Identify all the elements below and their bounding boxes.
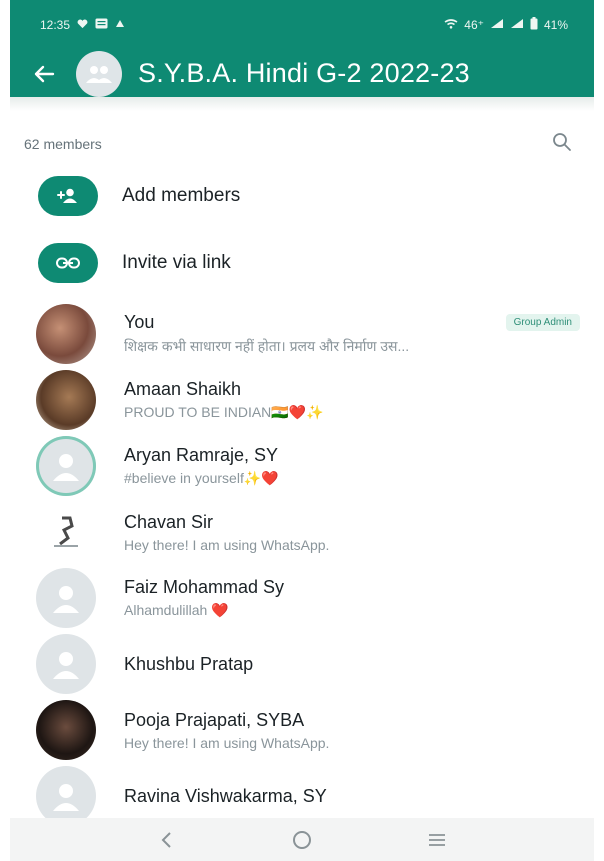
add-members-button[interactable]: Add members [10, 176, 594, 216]
status-bar-left: 12:35 [40, 18, 125, 32]
heart-icon [77, 18, 88, 32]
member-status: PROUD TO BE INDIAN🇮🇳❤️✨ [124, 404, 324, 420]
invite-via-link-button[interactable]: Invite via link [10, 243, 594, 283]
person-placeholder-icon [53, 652, 79, 679]
list-item[interactable]: Aryan Ramraje, SY #believe in yourself✨❤… [10, 433, 594, 499]
group-title[interactable]: S.Y.B.A. Hindi G-2 2022-23 [138, 58, 470, 89]
status-time: 12:35 [40, 18, 71, 32]
person-placeholder-icon [53, 586, 79, 613]
list-item[interactable]: Faiz Mohammad Sy Alhamdulillah ❤️ [10, 565, 594, 631]
add-members-label: Add members [122, 185, 241, 206]
signal-icon [490, 18, 504, 32]
member-text: Khushbu Pratap [124, 654, 594, 675]
avatar [36, 502, 96, 562]
search-icon[interactable] [552, 132, 572, 157]
members-count: 62 members [24, 136, 102, 152]
list-item[interactable]: Khushbu Pratap [10, 631, 594, 697]
link-icon [38, 243, 98, 283]
member-name: Amaan Shaikh [124, 379, 242, 399]
invite-via-link-label: Invite via link [122, 252, 231, 273]
group-avatar[interactable] [76, 50, 122, 97]
avatar [36, 304, 96, 364]
person-placeholder-icon [53, 784, 79, 811]
message-icon [95, 18, 108, 32]
member-status: Alhamdulillah ❤️ [124, 602, 229, 618]
member-name: Pooja Prajapati, SYBA [124, 709, 305, 730]
members-header: 62 members [10, 131, 594, 157]
upload-icon [115, 18, 125, 32]
member-text: You Group Admin शिक्षक कभी साधारण नहीं ह… [124, 312, 594, 356]
system-nav-bar [10, 818, 594, 861]
member-text: Ravina Vishwakarma, SY [124, 786, 594, 807]
person-placeholder-icon [53, 454, 79, 481]
member-text: Pooja Prajapati, SYBA Hey there! I am us… [124, 710, 594, 751]
status-bar: 12:35 46⁺ 41% [10, 0, 594, 50]
member-name: Aryan Ramraje, SY [124, 445, 279, 465]
member-status: #believe in yourself✨❤️ [124, 470, 279, 486]
wifi-icon [444, 18, 458, 32]
header-divider [10, 97, 594, 111]
list-item[interactable]: You Group Admin शिक्षक कभी साधारण नहीं ह… [10, 301, 594, 367]
add-person-icon [38, 176, 98, 216]
nav-home-icon[interactable] [282, 822, 322, 858]
member-name: Chavan Sir [124, 511, 214, 532]
signal-icon-2 [510, 18, 524, 32]
member-name: Khushbu Pratap [124, 653, 254, 674]
avatar [36, 700, 96, 760]
app-bar: S.Y.B.A. Hindi G-2 2022-23 [10, 50, 594, 97]
battery-icon [530, 17, 538, 33]
member-text: Aryan Ramraje, SY #believe in yourself✨❤… [124, 445, 594, 487]
member-name: Ravina Vishwakarma, SY [124, 785, 327, 806]
back-arrow-icon[interactable] [22, 52, 66, 96]
member-text: Chavan Sir Hey there! I am using WhatsAp… [124, 512, 594, 553]
avatar [36, 766, 96, 826]
member-text: Amaan Shaikh PROUD TO BE INDIAN🇮🇳❤️✨ [124, 379, 594, 421]
status-bar-right: 46⁺ 41% [444, 17, 568, 33]
nav-back-icon[interactable] [147, 822, 187, 858]
figure-image-icon [54, 516, 78, 547]
members-panel: 62 members Add members Invite via link Y… [10, 111, 594, 826]
avatar [36, 568, 96, 628]
member-status: Hey there! I am using WhatsApp. [124, 734, 330, 751]
avatar [36, 436, 96, 496]
list-item[interactable]: Chavan Sir Hey there! I am using WhatsAp… [10, 499, 594, 565]
group-admin-badge: Group Admin [505, 314, 580, 331]
list-item[interactable]: Amaan Shaikh PROUD TO BE INDIAN🇮🇳❤️✨ [10, 367, 594, 433]
battery-percent: 41% [543, 18, 568, 32]
group-icon [86, 65, 112, 83]
member-name: Faiz Mohammad Sy [124, 577, 285, 597]
member-status: शिक्षक कभी साधारण नहीं होता। प्रलय और नि… [124, 338, 410, 354]
member-name: You [124, 312, 155, 332]
network-type-text: 46⁺ [464, 18, 484, 32]
member-name-line: You Group Admin [124, 312, 580, 333]
nav-recents-icon[interactable] [417, 822, 457, 858]
list-item[interactable]: Pooja Prajapati, SYBA Hey there! I am us… [10, 697, 594, 763]
member-status: Hey there! I am using WhatsApp. [124, 536, 330, 553]
avatar [36, 370, 96, 430]
member-text: Faiz Mohammad Sy Alhamdulillah ❤️ [124, 577, 594, 619]
avatar [36, 634, 96, 694]
